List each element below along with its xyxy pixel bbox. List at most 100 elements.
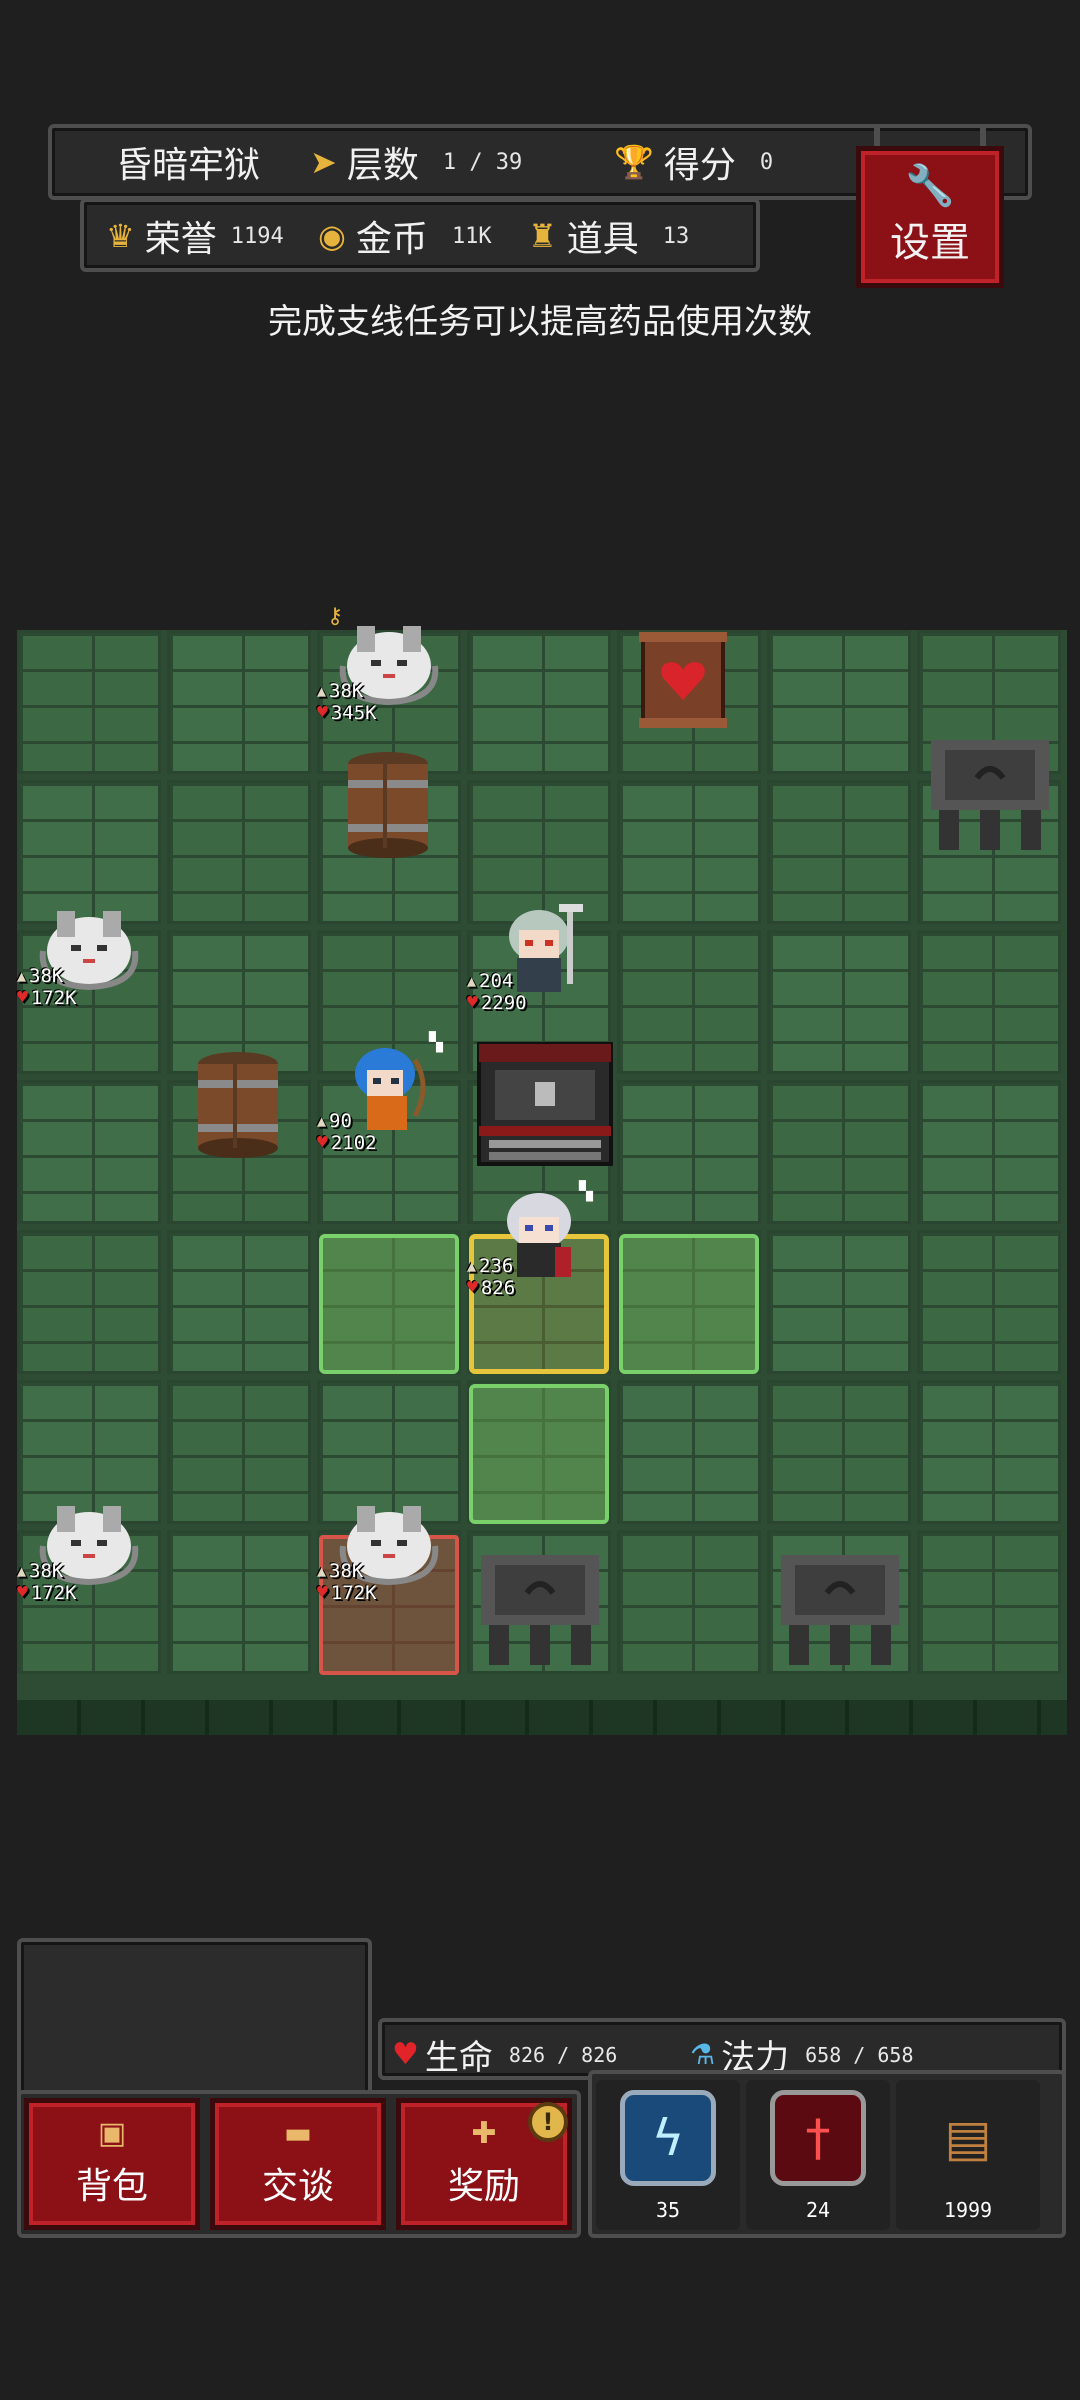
floor-tile[interactable]	[617, 1080, 761, 1224]
floor-label: 层数	[346, 145, 419, 186]
enemy-cat-top[interactable]: ⚷ ▲ 38K ♥ 345K	[317, 604, 467, 760]
speech-bubble-icon: ▚	[429, 1032, 443, 1053]
enemy-cat-left[interactable]: ▲ 38K ♥ 172K	[17, 895, 167, 1045]
gold-stat: ◉ 金币 11K	[318, 210, 492, 262]
hint-text: 完成支线任务可以提高药品使用次数	[268, 302, 812, 342]
attack-value: 38K	[329, 680, 364, 702]
heart-icon: ♥	[317, 702, 328, 723]
floor-tile[interactable]	[917, 1230, 1061, 1374]
hp-value: 172K	[30, 1582, 77, 1604]
crown-icon: ♛	[106, 217, 135, 255]
talk-button[interactable]: ▬ 交谈	[210, 2098, 386, 2230]
dungeon-name-label: 昏暗牢狱	[116, 145, 261, 186]
floor-tile[interactable]	[17, 630, 161, 774]
treasure-chest-icon: ▤	[944, 2109, 992, 2167]
attack-value: 38K	[329, 1560, 364, 1582]
score-stat: 🏆 得分 0	[614, 136, 773, 188]
floor-tile[interactable]	[167, 630, 311, 774]
floor-tile[interactable]	[767, 930, 911, 1074]
floor-tile[interactable]	[767, 1080, 911, 1224]
lightning-skill-slot[interactable]: ϟ 35	[596, 2080, 740, 2230]
stone-shrine[interactable]	[775, 1545, 905, 1675]
move-target-right[interactable]	[619, 1234, 759, 1374]
move-target-down[interactable]	[469, 1384, 609, 1524]
attack-value: 38K	[29, 1560, 64, 1582]
ally-stats: ▲ 90 ♥ 2102	[317, 1110, 377, 1154]
floor-tile[interactable]	[167, 780, 311, 924]
chest-count: 1999	[943, 2198, 993, 2222]
sword-icon: †	[770, 2090, 866, 2186]
floor-tile[interactable]	[767, 1380, 911, 1524]
floor-stat: ➤ 层数 1 / 39	[310, 136, 522, 188]
floor-tile[interactable]	[917, 1380, 1061, 1524]
stone-shrine[interactable]	[925, 730, 1055, 860]
enemy-stats: ▲ 38K ♥ 172K	[17, 965, 77, 1009]
floor-tile[interactable]	[617, 930, 761, 1074]
life-stat: ♥ 生命 826 / 826	[392, 2030, 617, 2079]
floor-tile[interactable]	[917, 1530, 1061, 1674]
enemy-stats: ▲ 38K ♥ 345K	[317, 680, 377, 724]
chat-bubble-icon: ▬	[283, 2116, 313, 2151]
bag-button[interactable]: ▣ 背包	[24, 2098, 200, 2230]
floor-tile[interactable]	[617, 1530, 761, 1674]
reward-alert-badge: !	[528, 2102, 568, 2142]
chest-slot[interactable]: ▤ 1999	[896, 2080, 1040, 2230]
reward-label: 奖励	[447, 2166, 520, 2207]
enemy-stats: ▲ 38K ♥ 172K	[317, 1560, 377, 1604]
attack-value: 38K	[29, 965, 64, 987]
heart-scroll[interactable]	[635, 630, 731, 730]
items-value: 13	[662, 223, 690, 249]
heart-icon: ♥	[17, 987, 28, 1008]
mana-value: 658 / 658	[805, 2042, 914, 2067]
floor-tile[interactable]	[617, 1380, 761, 1524]
floor-tile[interactable]	[167, 1530, 311, 1674]
ally-knight[interactable]: ▲ 204 ♥ 2290	[467, 900, 617, 1050]
enemy-cat-bottom-left[interactable]: ▲ 38K ♥ 172K	[17, 1490, 167, 1640]
floor-tile[interactable]	[167, 1380, 311, 1524]
lightning-icon: ϟ	[620, 2090, 716, 2186]
enemy-cat-bottom-mid[interactable]: ▲ 38K ♥ 172K	[317, 1490, 467, 1640]
gold-value: 11K	[451, 223, 492, 249]
attack-value: 204	[479, 970, 514, 992]
attack-icon: ▲	[467, 1257, 477, 1275]
plus-icon: ✚	[471, 2116, 497, 2151]
hp-value: 826	[480, 1277, 516, 1299]
floor-tile[interactable]	[767, 780, 911, 924]
attack-icon: ▲	[17, 967, 27, 985]
hp-value: 2290	[480, 992, 527, 1014]
attack-value: 90	[329, 1110, 352, 1132]
ally-archer[interactable]: ▚ ▲ 90 ♥ 2102	[317, 1032, 467, 1190]
floor-tile[interactable]	[467, 630, 611, 774]
floor-tile[interactable]	[17, 1230, 161, 1374]
ally-stats: ▲ 204 ♥ 2290	[467, 970, 527, 1014]
floor-tile[interactable]	[767, 630, 911, 774]
floor-tile[interactable]	[167, 1230, 311, 1374]
settings-button[interactable]: 🔧 设置	[856, 146, 1004, 288]
honor-stat: ♛ 荣誉 1194	[106, 210, 284, 262]
heart-icon: ♥	[467, 1277, 478, 1298]
talk-label: 交谈	[261, 2166, 334, 2207]
hanger-left	[874, 126, 880, 146]
floor-tile[interactable]	[767, 1230, 911, 1374]
dungeon-name: 昏暗牢狱	[116, 136, 260, 188]
floor-tile[interactable]	[617, 780, 761, 924]
barrel[interactable]	[343, 750, 433, 860]
move-target-left[interactable]	[319, 1234, 459, 1374]
floor-tile[interactable]	[917, 930, 1061, 1074]
floor-tile[interactable]	[917, 1080, 1061, 1224]
heart-icon: ♥	[317, 1132, 328, 1153]
attack-icon: ▲	[317, 1112, 327, 1130]
barrel[interactable]	[193, 1050, 283, 1160]
bag-item-icon: ♜	[528, 217, 557, 255]
stone-shrine[interactable]	[475, 1545, 605, 1675]
attack-icon: ▲	[467, 972, 477, 990]
attack-icon: ▲	[317, 1562, 327, 1580]
items-label: 道具	[566, 219, 639, 260]
floor-tile[interactable]	[17, 1080, 161, 1224]
heart-icon: ♥	[392, 2036, 419, 2072]
trophy-icon: 🏆	[614, 143, 654, 181]
life-label: 生命	[424, 2038, 493, 2078]
hero-unit[interactable]: ▚ ▲ 236 ♥ 826	[467, 1181, 617, 1335]
sword-skill-slot[interactable]: † 24	[746, 2080, 890, 2230]
locked-gate[interactable]	[475, 1040, 615, 1180]
